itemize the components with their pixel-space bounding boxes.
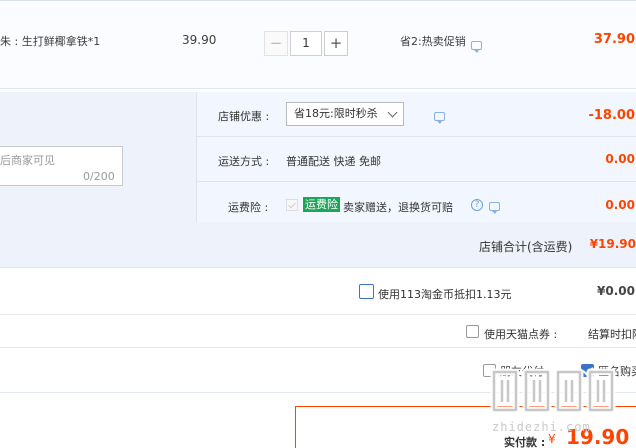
item-line-total: 37.90 (593, 32, 635, 47)
coin-deduction-checkbox[interactable] (359, 284, 374, 299)
shipping-amount: 0.00 (605, 152, 635, 166)
shop-total-amount: ¥19.90 (589, 237, 636, 251)
chevron-down-icon (387, 107, 398, 118)
item-unit-price: 39.90 (182, 33, 217, 47)
coupon-points-settle-text: 结算时扣除 (588, 328, 636, 341)
final-payment-currency: ¥ (548, 432, 556, 446)
item-promo-text: 省2:热卖促销 (400, 35, 466, 48)
chat-icon[interactable] (488, 202, 500, 214)
shop-discount-amount: -18.00 (588, 108, 635, 123)
chat-icon[interactable] (471, 41, 482, 53)
seller-memo-placeholder: 后商家可见 (0, 154, 55, 167)
insurance-amount: 0.00 (605, 198, 635, 212)
shop-discount-label: 店铺优惠 : (218, 110, 270, 123)
final-payment-label: 实付款 : (504, 436, 546, 448)
coin-deduction-label[interactable]: 使用113淘金币抵扣1.13元 (378, 286, 512, 302)
quantity-decrease-button[interactable]: − (264, 31, 288, 56)
coin-deduction-row (0, 269, 636, 315)
insurance-text: 卖家赠送，退换货可赔 (343, 201, 453, 214)
divider (196, 181, 636, 182)
shop-total-label: 店铺合计(含运费) (479, 240, 573, 254)
watermark-text: zhidezhi.com (492, 420, 591, 434)
insurance-checkbox (286, 199, 298, 211)
divider (196, 136, 636, 137)
insurance-badge: 运费险 (303, 197, 340, 212)
quantity-input[interactable]: 1 (290, 31, 322, 56)
insurance-label: 运费险 : (228, 201, 269, 214)
shop-discount-selected: 省18元:限时秒杀 (294, 107, 378, 120)
coupon-points-label[interactable]: 使用天猫点券 : (484, 326, 557, 342)
item-name[interactable]: 朱 : 生打鲜椰拿铁*1 (0, 33, 100, 49)
help-icon[interactable]: ? (471, 199, 483, 211)
chat-icon[interactable] (433, 112, 445, 124)
coin-deduction-amount: ¥0.00 (597, 284, 635, 298)
watermark-logo-icon (490, 368, 616, 414)
shipping-method: 普通配送 快递 免邮 (286, 155, 381, 168)
shop-discount-select[interactable]: 省18元:限时秒杀 (286, 102, 404, 126)
coupon-points-checkbox[interactable] (466, 325, 479, 338)
quantity-increase-button[interactable]: + (324, 31, 348, 56)
seller-memo-char-count: 0/200 (83, 170, 115, 183)
shipping-label: 运送方式 : (218, 155, 270, 168)
